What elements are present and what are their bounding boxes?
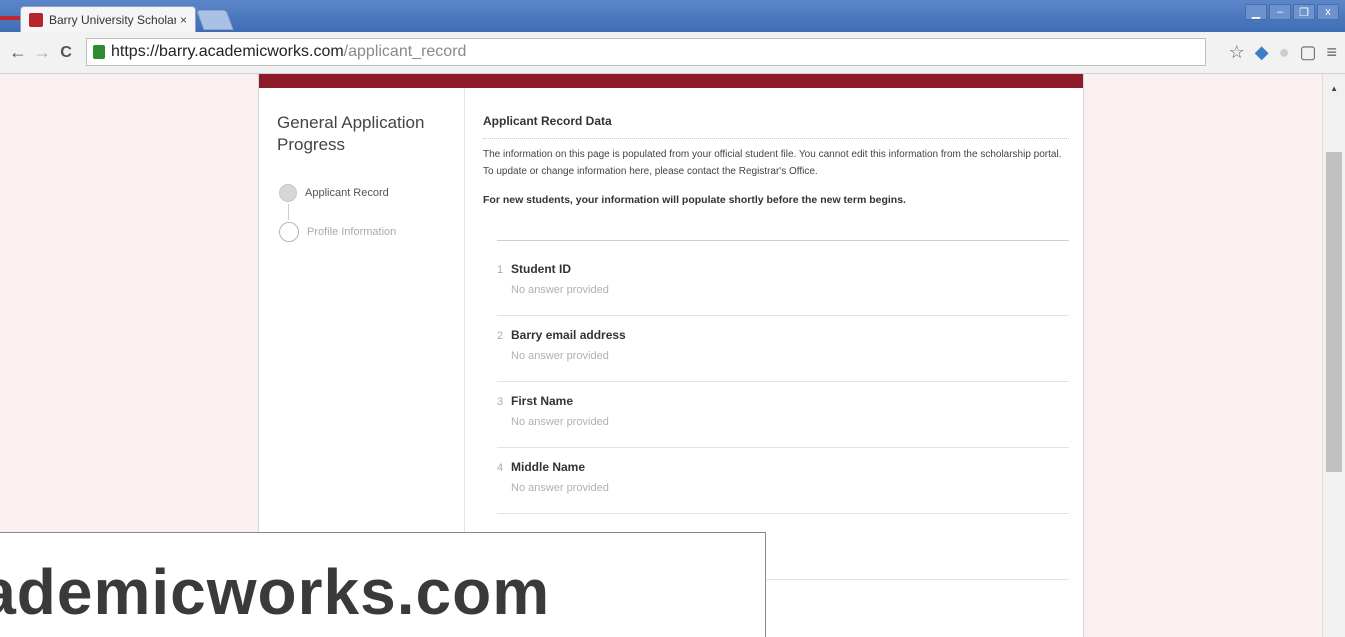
extension2-icon[interactable]: ● bbox=[1279, 42, 1290, 63]
address-bar[interactable]: https://barry.academicworks.com/applican… bbox=[86, 38, 1206, 66]
step-label: Profile Information bbox=[307, 226, 397, 238]
question-answer: No answer provided bbox=[511, 350, 609, 362]
sidebar-title: General Application Progress bbox=[277, 113, 425, 154]
scrollbar-thumb[interactable] bbox=[1326, 152, 1342, 472]
url-host: https://barry.academicworks.com bbox=[111, 43, 344, 60]
step-profile-information[interactable]: Profile Information bbox=[279, 222, 396, 242]
question-answer: No answer provided bbox=[511, 482, 609, 494]
page-title: Applicant Record Data bbox=[483, 114, 612, 128]
dotted-divider bbox=[483, 138, 1069, 139]
card-top-bar bbox=[259, 74, 1083, 88]
browser-toolbar: ← → C https://barry.academicworks.com/ap… bbox=[0, 32, 1345, 74]
question-answer: No answer provided bbox=[511, 284, 609, 296]
question-label: Barry email address bbox=[511, 328, 626, 342]
maximize-button[interactable]: ❐ bbox=[1293, 4, 1315, 20]
minimize-button[interactable]: – bbox=[1269, 4, 1291, 20]
question-item: 4 Middle Name No answer provided bbox=[497, 448, 1069, 514]
question-label: Student ID bbox=[511, 262, 571, 276]
user-icon[interactable]: ▁ bbox=[1245, 4, 1267, 20]
question-item: 2 Barry email address No answer provided bbox=[497, 316, 1069, 382]
info-line-1: The information on this page is populate… bbox=[483, 149, 1062, 160]
question-number: 4 bbox=[497, 462, 504, 474]
info-bold: For new students, your information will … bbox=[483, 194, 906, 206]
back-arrow-icon[interactable]: ← bbox=[6, 42, 30, 63]
info-text: The information on this page is populate… bbox=[483, 146, 1083, 180]
question-label: First Name bbox=[511, 394, 574, 408]
reload-icon[interactable]: C bbox=[54, 44, 78, 62]
tab-title: Barry University Scholarsh bbox=[49, 12, 176, 27]
browser-tab[interactable]: Barry University Scholarsh × bbox=[20, 6, 196, 32]
empty-circle-icon bbox=[279, 222, 299, 242]
step-label: Applicant Record bbox=[305, 187, 389, 199]
favicon-icon bbox=[29, 12, 43, 27]
menu-icon[interactable]: ≡ bbox=[1326, 42, 1337, 63]
question-label: Middle Name bbox=[511, 460, 586, 474]
lock-icon bbox=[93, 45, 105, 59]
scroll-up-icon[interactable]: ▲ bbox=[1330, 84, 1338, 93]
section-divider bbox=[497, 240, 1069, 241]
extension-icon[interactable]: ◆ bbox=[1255, 42, 1269, 63]
question-number: 2 bbox=[497, 330, 504, 342]
toolbar-icons: ☆ ◆ ● ▢ ≡ bbox=[1229, 42, 1337, 63]
question-item: 3 First Name No answer provided bbox=[497, 382, 1069, 448]
question-number: 3 bbox=[497, 396, 504, 408]
step-connector bbox=[288, 204, 289, 220]
star-icon[interactable]: ☆ bbox=[1229, 42, 1245, 63]
extension3-icon[interactable]: ▢ bbox=[1299, 42, 1316, 63]
question-item: 1 Student ID No answer provided bbox=[497, 250, 1069, 316]
question-answer: No answer provided bbox=[511, 416, 609, 428]
overlay-caption-text: academicworks.com bbox=[0, 556, 551, 628]
overlay-caption-box: academicworks.com bbox=[0, 532, 766, 637]
close-window-button[interactable]: x bbox=[1317, 4, 1339, 20]
check-circle-icon bbox=[279, 184, 297, 202]
step-applicant-record[interactable]: Applicant Record bbox=[279, 184, 389, 202]
question-number: 1 bbox=[497, 264, 504, 276]
window-controls: ▁ – ❐ x bbox=[1245, 4, 1339, 20]
url-path: /applicant_record bbox=[343, 43, 467, 60]
forward-arrow-icon[interactable]: → bbox=[30, 42, 54, 63]
info-line-2: To update or change information here, pl… bbox=[483, 166, 818, 177]
close-icon[interactable]: × bbox=[180, 13, 187, 27]
